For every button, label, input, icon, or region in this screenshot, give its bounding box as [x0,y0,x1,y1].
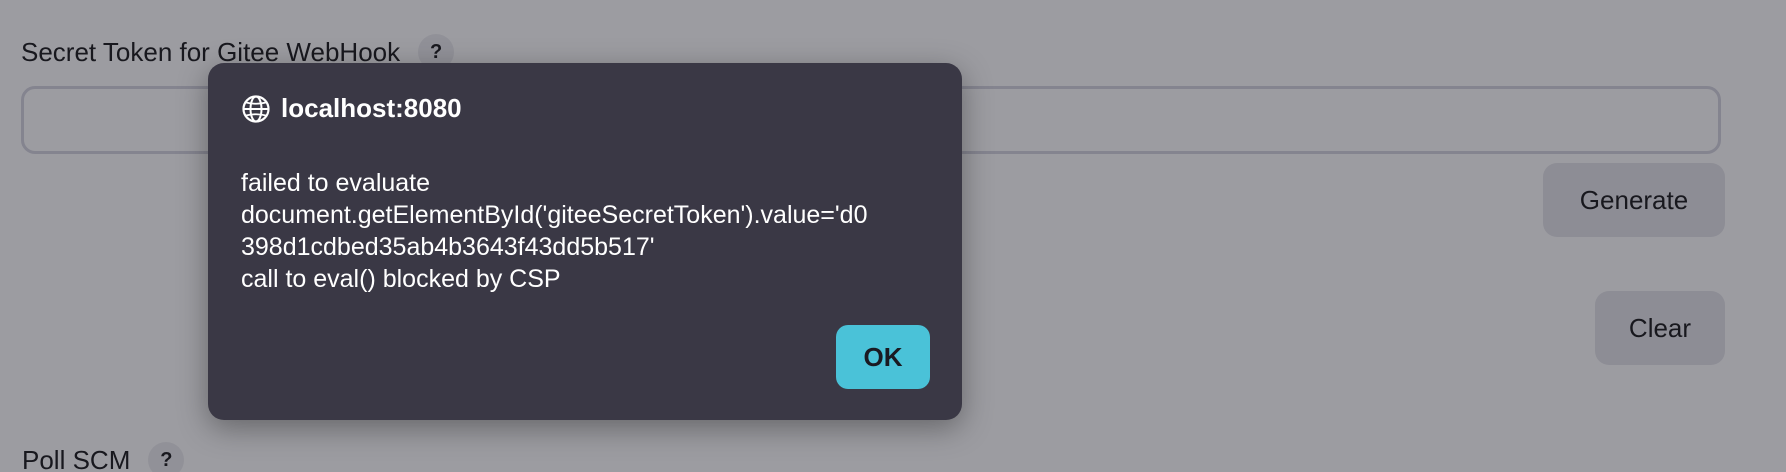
message-line: failed to evaluate [241,169,431,197]
message-line: call to eval() blocked by CSP [241,265,561,293]
dialog-message: failed to evaluate document.getElementBy… [241,167,941,295]
dialog-header: localhost:8080 [241,93,462,124]
ok-button[interactable]: OK [836,325,930,389]
message-line: 398d1cdbed35ab4b3643f43dd5b517' [241,233,655,261]
message-line: document.getElementById('giteeSecretToke… [241,201,868,229]
jenkins-config-page: Secret Token for Gitee WebHook ? Generat… [0,0,1786,472]
dialog-origin: localhost:8080 [281,93,462,123]
globe-icon [242,94,270,123]
alert-dialog: localhost:8080 failed to evaluate docume… [208,63,962,420]
